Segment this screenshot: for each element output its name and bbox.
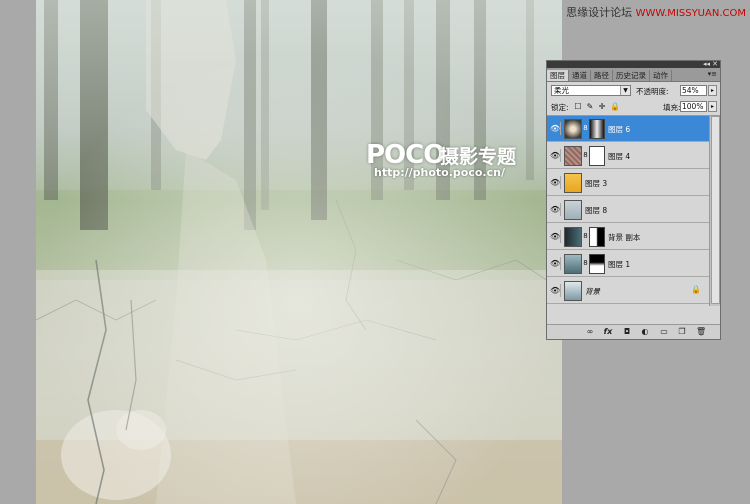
site-credit-url: WWW.MISSYUAN.COM — [635, 8, 746, 19]
lock-label: 锁定: — [551, 103, 569, 112]
collapse-icon[interactable]: ◂◂ — [703, 60, 710, 68]
layer-row[interactable]: 👁 8 图层 1 — [547, 251, 711, 277]
site-credit: 思缘设计论坛 WWW.MISSYUAN.COM — [566, 4, 746, 20]
trash-icon[interactable]: 🗑 — [696, 327, 706, 337]
eye-icon[interactable]: 👁 — [550, 176, 561, 189]
fill-label: 填充: — [663, 103, 681, 112]
layer-name: 图层 1 — [608, 260, 631, 269]
link-icon[interactable]: 8 — [583, 151, 588, 159]
layer-thumbnail — [564, 200, 582, 220]
fill-input[interactable]: 100% — [680, 101, 707, 112]
close-icon[interactable]: ✕ — [712, 60, 718, 68]
link-icon[interactable]: 8 — [583, 124, 588, 132]
layer-thumbnail — [564, 281, 582, 301]
tab-history[interactable]: 历史记录 — [613, 70, 650, 81]
watermark-title: 摄影专题 — [440, 146, 517, 168]
layer-thumbnail — [564, 119, 582, 139]
poco-watermark: POCO 摄影专题 http://photo.poco.cn/ — [366, 140, 556, 184]
link-icon[interactable]: 8 — [583, 259, 588, 267]
layer-mask-thumbnail[interactable] — [589, 254, 605, 274]
opacity-input[interactable]: 54% — [680, 85, 707, 96]
layer-thumbnail — [564, 227, 582, 247]
layer-mask-thumbnail[interactable] — [589, 146, 605, 166]
link-icon[interactable]: 8 — [583, 232, 588, 240]
layer-row[interactable]: 👁 图层 3 — [547, 170, 711, 196]
lock-fill-row: 锁定: ☐ ✎ ✛ 🔒 填充: 100% ▸ — [547, 99, 720, 116]
document-canvas[interactable]: POCO 摄影专题 http://photo.poco.cn/ — [36, 0, 562, 504]
layer-name: 图层 6 — [608, 125, 631, 134]
layer-name: 图层 4 — [608, 152, 631, 161]
new-layer-icon[interactable]: ❐ — [677, 327, 687, 337]
layer-thumbnail — [564, 146, 582, 166]
panel-menu-icon[interactable]: ▾≡ — [708, 70, 717, 78]
adjustment-layer-icon[interactable]: ◐ — [640, 327, 650, 337]
fill-slider-button[interactable]: ▸ — [708, 101, 717, 112]
layer-mask-thumbnail[interactable] — [589, 119, 605, 139]
opacity-label: 不透明度: — [636, 87, 669, 96]
panel-title-bar[interactable]: ◂◂ ✕ — [547, 60, 720, 68]
fx-icon[interactable]: fx — [603, 327, 613, 337]
lock-move-icon[interactable]: ✛ — [598, 102, 606, 111]
layer-mask-thumbnail[interactable] — [589, 227, 605, 247]
link-layers-icon[interactable]: ∞ — [585, 327, 595, 337]
chevron-down-icon: ▼ — [620, 86, 630, 95]
layer-row[interactable]: 👁 8 图层 6 — [547, 116, 711, 142]
lock-brush-icon[interactable]: ✎ — [586, 102, 594, 111]
panel-bottom-toolbar: ∞ fx ◘ ◐ ▭ ❐ 🗑 — [547, 324, 720, 339]
eye-icon[interactable]: 👁 — [550, 203, 561, 216]
layer-name: 背景 — [585, 287, 600, 296]
opacity-slider-button[interactable]: ▸ — [708, 85, 717, 96]
layer-row[interactable]: 👁 8 背景 副本 — [547, 224, 711, 250]
eye-icon[interactable]: 👁 — [550, 149, 561, 162]
blend-mode-select[interactable]: 柔光 ▼ — [551, 85, 631, 96]
tab-paths[interactable]: 路径 — [591, 70, 613, 81]
tab-layers[interactable]: 图层 — [547, 70, 569, 81]
watermark-url: http://photo.poco.cn/ — [374, 166, 505, 179]
eye-icon[interactable]: 👁 — [550, 122, 561, 135]
blend-opacity-row: 柔光 ▼ 不透明度: 54% ▸ — [547, 82, 720, 99]
layer-row[interactable]: 👁 8 图层 4 — [547, 143, 711, 169]
eye-icon[interactable]: 👁 — [550, 230, 561, 243]
layers-list: 👁 8 图层 6 👁 8 图层 4 👁 图层 3 👁 图层 8 👁 8 背景 副… — [547, 116, 720, 306]
tab-actions[interactable]: 动作 — [650, 70, 672, 81]
eye-icon[interactable]: 👁 — [550, 284, 561, 297]
layer-name: 图层 3 — [585, 179, 608, 188]
new-group-icon[interactable]: ▭ — [659, 327, 669, 337]
lock-all-icon[interactable]: 🔒 — [610, 102, 620, 111]
scrollbar-thumb[interactable] — [711, 116, 720, 304]
layer-thumbnail — [564, 173, 582, 193]
layers-scrollbar[interactable] — [709, 116, 720, 306]
layers-panel: ◂◂ ✕ 图层 通道 路径 历史记录 动作 ▾≡ 柔光 ▼ 不透明度: 54% … — [546, 60, 721, 340]
forest-photo — [36, 0, 562, 504]
layer-row[interactable]: 👁 背景 🔒 — [547, 278, 711, 304]
add-mask-icon[interactable]: ◘ — [622, 327, 632, 337]
eye-icon[interactable]: 👁 — [550, 257, 561, 270]
layer-name: 背景 副本 — [608, 233, 641, 242]
blend-mode-value: 柔光 — [554, 86, 569, 95]
layer-row[interactable]: 👁 图层 8 — [547, 197, 711, 223]
site-credit-name: 思缘设计论坛 — [566, 6, 633, 19]
tab-channels[interactable]: 通道 — [569, 70, 591, 81]
lock-icon: 🔒 — [691, 285, 701, 294]
layer-thumbnail — [564, 254, 582, 274]
lock-transparency-icon[interactable]: ☐ — [574, 102, 582, 111]
panel-tabs: 图层 通道 路径 历史记录 动作 ▾≡ — [547, 68, 720, 82]
layer-name: 图层 8 — [585, 206, 608, 215]
